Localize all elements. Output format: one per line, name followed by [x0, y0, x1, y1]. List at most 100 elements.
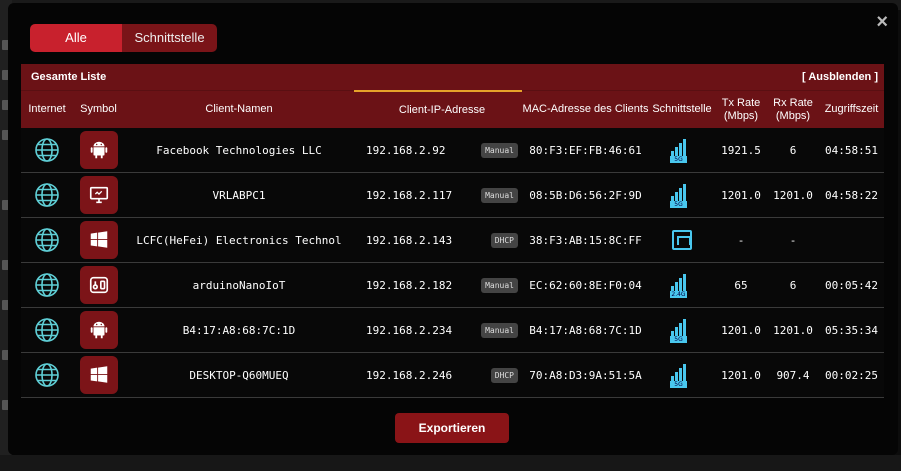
column-rx-rate[interactable]: Rx Rate (Mbps) [767, 91, 819, 128]
interface-cell: 5G [649, 362, 715, 388]
client-name[interactable]: VRLABPC1 [124, 189, 354, 202]
android-icon [79, 131, 118, 169]
background-page-bottom [0, 455, 901, 471]
hide-toggle-link[interactable]: [ Ausblenden ] [802, 71, 878, 83]
client-ip-cell: 192.168.2.143 DHCP [354, 232, 522, 248]
internet-globe-icon[interactable] [21, 272, 73, 298]
signal-strength-icon: 5G [670, 137, 694, 163]
tab-interface[interactable]: Schnittstelle [122, 24, 217, 52]
client-mac: EC:62:60:8E:F0:04 [529, 278, 642, 292]
interface-cell: 5G [649, 182, 715, 208]
client-mac: 70:A8:D3:9A:51:5A [529, 368, 642, 382]
client-ip: 192.168.2.117 [366, 188, 453, 202]
device-symbol[interactable] [73, 311, 124, 349]
tab-all[interactable]: Alle [30, 24, 122, 52]
signal-strength-icon: 5G [670, 182, 694, 208]
rx-rate: 907.4 [776, 368, 810, 382]
windows-icon [79, 221, 118, 259]
client-name[interactable]: arduinoNanoIoT [124, 279, 354, 292]
client-mac: B4:17:A8:68:7C:1D [529, 323, 642, 337]
table-row[interactable]: VRLABPC1 192.168.2.117 Manual 08:5B:D6:56:2… [21, 173, 884, 218]
iot-device-icon [79, 266, 118, 304]
device-symbol[interactable] [73, 356, 124, 394]
panel-header: Gesamte Liste [ Ausblenden ] [21, 64, 884, 90]
client-list-panel: Gesamte Liste [ Ausblenden ] Internet Sy… [21, 64, 884, 399]
table-row[interactable]: arduinoNanoIoT 192.168.2.182 Manual EC:62:6… [21, 263, 884, 308]
table-header: Internet Symbol Client-Namen Client-IP-A… [21, 90, 884, 128]
internet-globe-icon[interactable] [21, 182, 73, 208]
interface-cell: 5G [649, 317, 715, 343]
tx-rate: - [737, 233, 745, 247]
ip-type-badge: DHCP [490, 232, 518, 248]
client-table: Internet Symbol Client-Namen Client-IP-A… [21, 90, 884, 398]
device-symbol[interactable] [73, 131, 124, 169]
ip-type-badge: Manual [481, 277, 518, 293]
table-row[interactable]: LCFC(HeFei) Electronics Technol 192.168.2… [21, 218, 884, 263]
internet-globe-icon[interactable] [21, 317, 73, 343]
interface-cell [649, 230, 715, 250]
monitor-icon [79, 176, 118, 214]
column-client-ip[interactable]: Client-IP-Adresse [354, 90, 522, 128]
access-time: 04:58:51 [825, 143, 878, 157]
windows-icon [79, 356, 118, 394]
table-row[interactable]: B4:17:A8:68:7C:1D 192.168.2.234 Manual B4:1… [21, 308, 884, 353]
client-ip-cell: 192.168.2.234 Manual [354, 322, 522, 338]
client-ip: 192.168.2.92 [366, 143, 446, 157]
access-time: 05:35:34 [825, 323, 878, 337]
interface-cell: 2.4G [649, 272, 715, 298]
signal-strength-icon: 5G [670, 362, 694, 388]
internet-globe-icon[interactable] [21, 362, 73, 388]
rx-rate: 6 [789, 143, 797, 157]
access-time: 00:05:42 [825, 278, 878, 292]
rx-rate: - [789, 233, 797, 247]
client-ip: 192.168.2.234 [366, 323, 453, 337]
table-body: Facebook Technologies LLC 192.168.2.92 Man… [21, 128, 884, 398]
tx-rate: 1201.0 [721, 188, 761, 202]
close-icon[interactable]: × [876, 12, 888, 32]
tx-rate: 1921.5 [721, 143, 761, 157]
client-ip: 192.168.2.182 [366, 278, 453, 292]
access-time: 04:58:22 [825, 188, 878, 202]
ip-type-badge: Manual [481, 142, 518, 158]
column-internet[interactable]: Internet [21, 91, 73, 128]
client-ip-cell: 192.168.2.182 Manual [354, 277, 522, 293]
device-symbol[interactable] [73, 221, 124, 259]
export-button[interactable]: Exportieren [395, 413, 509, 443]
android-icon [79, 311, 118, 349]
client-ip-cell: 192.168.2.246 DHCP [354, 367, 522, 383]
rx-rate: 1201.0 [773, 188, 813, 202]
device-symbol[interactable] [73, 266, 124, 304]
rx-rate: 1201.0 [773, 323, 813, 337]
client-name[interactable]: DESKTOP-Q60MUEQ [124, 369, 354, 382]
column-access-time[interactable]: Zugriffszeit [819, 91, 884, 128]
client-name[interactable]: LCFC(HeFei) Electronics Technol [124, 234, 354, 247]
table-row[interactable]: DESKTOP-Q60MUEQ 192.168.2.246 DHCP 70:A8:D3… [21, 353, 884, 398]
internet-globe-icon[interactable] [21, 137, 73, 163]
tx-rate: 1201.0 [721, 323, 761, 337]
rx-rate: 6 [789, 278, 797, 292]
column-interface[interactable]: Schnittstelle [649, 91, 715, 128]
client-name[interactable]: B4:17:A8:68:7C:1D [124, 324, 354, 337]
ip-type-badge: Manual [481, 322, 518, 338]
wired-ethernet-icon [672, 230, 692, 250]
column-symbol[interactable]: Symbol [73, 91, 124, 128]
client-ip-cell: 192.168.2.92 Manual [354, 142, 522, 158]
client-name[interactable]: Facebook Technologies LLC [124, 144, 354, 157]
column-client-name[interactable]: Client-Namen [124, 91, 354, 128]
client-ip-cell: 192.168.2.117 Manual [354, 187, 522, 203]
ip-type-badge: Manual [481, 187, 518, 203]
column-mac-address[interactable]: MAC-Adresse des Clients [522, 91, 649, 128]
tx-rate: 1201.0 [721, 368, 761, 382]
device-symbol[interactable] [73, 176, 124, 214]
filter-tabs: Alle Schnittstelle [30, 24, 217, 52]
client-mac: 38:F3:AB:15:8C:FF [529, 233, 642, 247]
panel-title: Gesamte Liste [31, 71, 107, 83]
access-time: 00:02:25 [825, 368, 878, 382]
internet-globe-icon[interactable] [21, 227, 73, 253]
table-row[interactable]: Facebook Technologies LLC 192.168.2.92 Man… [21, 128, 884, 173]
client-ip: 192.168.2.143 [366, 233, 453, 247]
client-ip: 192.168.2.246 [366, 368, 453, 382]
column-tx-rate[interactable]: Tx Rate (Mbps) [715, 91, 767, 128]
client-mac: 80:F3:EF:FB:46:61 [529, 143, 642, 157]
client-mac: 08:5B:D6:56:2F:9D [529, 188, 642, 202]
